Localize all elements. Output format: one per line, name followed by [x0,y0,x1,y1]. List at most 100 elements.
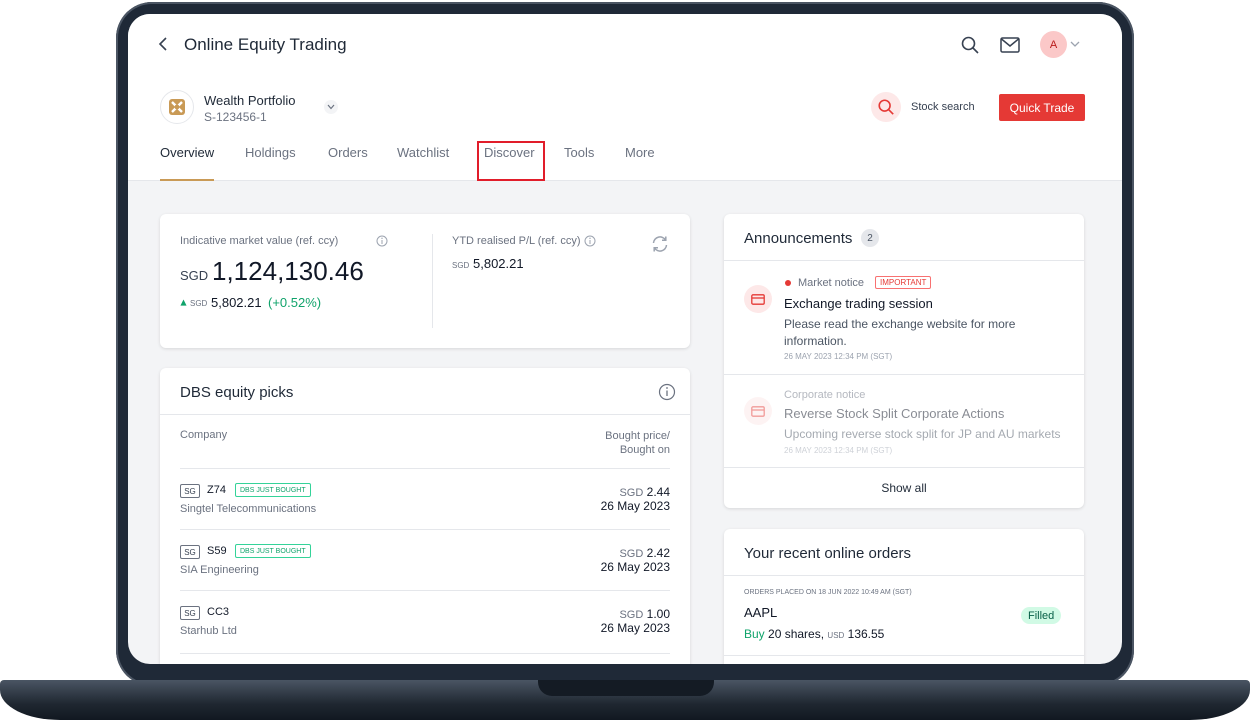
just-bought-badge: DBS JUST BOUGHT [235,483,311,497]
info-icon[interactable] [658,383,676,401]
change-percent: (+0.52%) [268,295,322,310]
info-icon[interactable] [376,235,388,247]
order-side: Buy [744,627,765,641]
show-all-link[interactable]: Show all [724,481,1084,495]
equity-picks-title: DBS equity picks [180,384,294,401]
announcements-card: Announcements 2 Market notice IMPORTANT … [724,214,1084,508]
company-name: SIA Engineering [180,564,259,576]
announcement-item[interactable]: Market notice IMPORTANT Exchange trading… [724,261,1084,374]
stock-search-link[interactable]: Stock search [911,101,975,113]
announcements-title: Announcements [744,230,853,247]
recent-orders-card: Your recent online orders ORDERS PLACED … [724,529,1084,664]
market-value-currency: SGD [180,268,209,283]
column-header-price-line1: Bought price/ [605,430,670,442]
divider [724,467,1084,468]
just-bought-badge: DBS JUST BOUGHT [235,544,311,558]
divider [160,414,690,415]
column-header-company: Company [180,429,228,441]
ytd-value: 5,802.21 [473,256,524,271]
order-symbol[interactable]: AAPL [744,605,777,620]
column-header-price: Bought price/ Bought on [605,429,670,457]
tab-watchlist[interactable]: Watchlist [397,144,449,181]
market-badge: SG [180,484,200,498]
announcement-type: Market notice [798,277,865,289]
order-currency: USD [827,631,845,640]
market-badge: SG [180,545,200,559]
dbs-logo-icon [169,99,185,115]
table-row[interactable]: SG Z74 DBS JUST BOUGHT Singtel Telecommu… [180,468,670,530]
order-shares: 20 shares, [768,627,825,641]
company-name: Starhub Ltd [180,625,237,637]
unread-dot [785,280,791,286]
change-amount: 5,802.21 [211,295,262,310]
order-detail: Buy 20 shares, USD 136.55 [744,627,884,641]
portfolio-dropdown-chevron[interactable] [324,100,338,114]
divider [432,234,433,328]
announcement-heading: Reverse Stock Split Corporate Actions [784,406,1005,421]
bought-price: SGD 2.42 [619,546,670,560]
change-currency: SGD [190,299,208,308]
order-amount: 136.55 [847,627,885,641]
price-currency: SGD [619,609,644,621]
app-header: Online Equity Trading A Wealth Portfolio… [128,14,1122,181]
announcements-count-badge: 2 [861,229,879,247]
avatar[interactable]: A [1040,31,1067,58]
ytd-label: YTD realised P/L (ref. ccy) [452,235,581,247]
ticker: S59 [207,545,227,557]
order-placed-time: ORDERS PLACED ON 18 JUN 2022 10:49 AM (S… [744,589,912,596]
tab-overview[interactable]: Overview [160,144,215,181]
chevron-down-icon [327,104,335,110]
announcement-body: Please read the exchange website for mor… [784,317,1016,348]
tab-tools[interactable]: Tools [564,144,594,181]
announcement-item[interactable]: Corporate notice Reverse Stock Split Cor… [724,375,1084,467]
divider [724,655,1084,656]
triangle-up-icon [180,299,187,306]
price-value: 2.42 [646,546,670,560]
refresh-icon[interactable] [650,234,670,254]
market-value-amount: 1,124,130.46 [212,256,364,286]
recent-orders-title: Your recent online orders [744,545,912,562]
price-value: 1.00 [646,607,670,621]
table-row[interactable]: SG S59 DBS JUST BOUGHT SIA Engineering S… [180,529,670,591]
quick-trade-button[interactable]: Quick Trade [999,94,1085,121]
price-value: 2.44 [646,485,670,499]
price-currency: SGD [619,487,644,499]
chevron-down-icon[interactable] [1070,40,1080,48]
discover-highlight-box [477,141,545,181]
portfolio-logo [160,90,194,124]
tab-more[interactable]: More [625,144,655,181]
company-name: Singtel Telecommunications [180,503,317,515]
announcement-type: Corporate notice [784,389,866,401]
portfolio-name[interactable]: Wealth Portfolio [204,93,296,108]
ticker: Z74 [207,484,226,496]
column-header-price-line2: Bought on [619,444,670,456]
divider [724,575,1084,576]
page-title: Online Equity Trading [184,35,347,54]
equity-picks-card: DBS equity picks Company Bought price/ B… [160,368,690,664]
card-icon [751,293,765,305]
search-icon[interactable] [960,35,980,55]
ticker: CC3 [207,606,230,618]
table-row[interactable]: SG CC3 Starhub Ltd SGD 1.00 26 May 2023 [180,590,670,654]
market-badge: SG [180,606,200,620]
tab-holdings[interactable]: Holdings [245,144,296,181]
bought-price: SGD 1.00 [619,607,670,621]
stock-search-icon[interactable] [871,92,901,122]
announcement-body: Upcoming reverse stock split for JP and … [784,427,1061,441]
search-icon [878,99,894,115]
announcement-time: 26 MAY 2023 12:34 PM (SGT) [784,446,893,455]
portfolio-id: S-123456-1 [204,110,267,124]
mail-icon[interactable] [1000,37,1020,53]
announcement-heading: Exchange trading session [784,296,933,311]
laptop-notch [538,680,714,696]
tab-orders[interactable]: Orders [328,144,368,181]
bought-date: 26 May 2023 [600,499,670,513]
market-value-card: Indicative market value (ref. ccy) SGD 1… [160,214,690,348]
important-badge: IMPORTANT [875,276,932,289]
info-icon[interactable] [584,235,596,247]
price-currency: SGD [619,548,644,560]
ytd-currency: SGD [452,261,470,270]
back-arrow-icon[interactable] [156,36,172,52]
notice-card-icon [744,397,772,425]
bought-price: SGD 2.44 [619,485,670,499]
